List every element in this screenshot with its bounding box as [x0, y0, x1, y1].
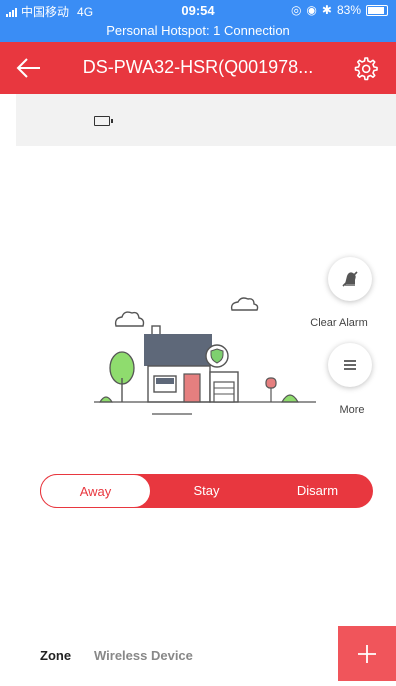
bluetooth-icon: ✱: [321, 3, 332, 17]
battery-icon: [94, 116, 113, 126]
arm-mode-selector: Away Stay Disarm: [40, 474, 373, 508]
gear-icon: [354, 57, 378, 81]
page-title: DS-PWA32-HSR(Q001978...: [82, 57, 314, 77]
more-button[interactable]: [328, 343, 372, 387]
device-info-bar: [16, 94, 396, 146]
back-arrow-icon: [16, 58, 40, 78]
tab-zone[interactable]: Zone: [40, 648, 71, 663]
mode-stay[interactable]: Stay: [151, 474, 262, 508]
app-header: DS-PWA32-HSR(Q001978...: [0, 42, 396, 94]
bell-off-icon: [342, 271, 358, 287]
back-button[interactable]: [14, 54, 44, 82]
mode-away[interactable]: Away: [40, 474, 151, 508]
clear-alarm-label: Clear Alarm: [310, 317, 368, 329]
clear-alarm-button[interactable]: [328, 257, 372, 301]
status-right: ◎ ◉ ✱ 83%: [291, 3, 388, 17]
plus-icon: [358, 645, 376, 663]
status-battery-icon: [366, 4, 388, 16]
hotspot-banner[interactable]: Personal Hotspot: 1 Connection: [0, 23, 396, 38]
house-illustration: [94, 290, 324, 430]
house-icon: [94, 297, 316, 415]
tab-wireless-device[interactable]: Wireless Device: [94, 648, 193, 663]
more-label: More: [339, 404, 365, 416]
battery-percent: 83%: [336, 3, 361, 17]
bottom-tabs: Zone Wireless Device: [0, 626, 396, 681]
add-button[interactable]: [338, 626, 396, 681]
mode-disarm[interactable]: Disarm: [262, 474, 373, 508]
settings-button[interactable]: [352, 55, 378, 81]
location-icon: ◎: [290, 3, 302, 17]
alarm-clock-icon: ◉: [306, 3, 317, 17]
status-bar: 中国移动 4G 09:54 ◎ ◉ ✱ 83% Personal Hotspot…: [0, 0, 396, 42]
menu-icon: [344, 360, 356, 370]
